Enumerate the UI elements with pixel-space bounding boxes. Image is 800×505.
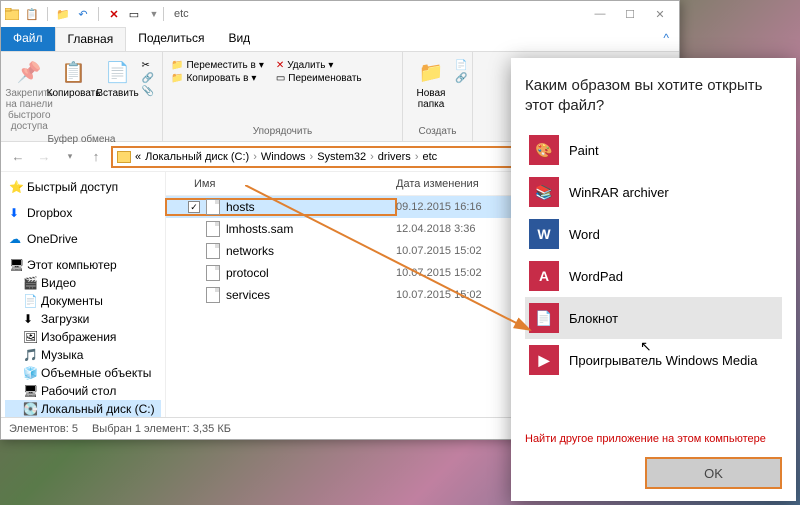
nav-dropbox[interactable]: ⬇Dropbox: [5, 204, 161, 222]
easy-access-icon[interactable]: 🔗: [455, 73, 467, 84]
minimize-button[interactable]: —: [585, 3, 615, 25]
tab-file[interactable]: Файл: [1, 27, 55, 51]
move-to-button[interactable]: 📁 Переместить в ▾: [171, 60, 264, 71]
column-date[interactable]: Дата изменения: [396, 178, 516, 190]
titlebar: 📋 📁 ↶ ✕ ▭ ▼ etc — ☐ ✕: [1, 1, 679, 27]
selection-info: Выбран 1 элемент: 3,35 КБ: [92, 423, 231, 435]
nav-documents[interactable]: 📄Документы: [5, 292, 161, 310]
qat-dropdown-icon[interactable]: ▼: [147, 7, 161, 21]
app-item-notepad[interactable]: 📄Блокнот: [525, 297, 782, 339]
paste-shortcut-icon[interactable]: 📎: [142, 86, 154, 97]
word-icon: W: [529, 219, 559, 249]
find-other-app-link[interactable]: Найти другое приложение на этом компьюте…: [525, 433, 782, 445]
paint-icon: 🎨: [529, 135, 559, 165]
nav-music[interactable]: 🎵Музыка: [5, 346, 161, 364]
recent-dropdown-icon[interactable]: ▾: [59, 146, 81, 168]
delete-icon[interactable]: ✕: [107, 7, 121, 21]
nav-downloads[interactable]: ⬇Загрузки: [5, 310, 161, 328]
pin-button[interactable]: 📌Закрепить на панели быстрого доступа: [9, 56, 50, 134]
nav-3d-objects[interactable]: 🧊Объемные объекты: [5, 364, 161, 382]
ribbon-toggle-icon[interactable]: ^: [653, 27, 679, 51]
nav-videos[interactable]: 🎬Видео: [5, 274, 161, 292]
new-folder-icon[interactable]: 📁: [56, 7, 70, 21]
nav-pane: ⭐Быстрый доступ ⬇Dropbox ☁OneDrive 🖥Этот…: [1, 172, 166, 417]
up-button[interactable]: ↑: [85, 146, 107, 168]
nav-this-pc[interactable]: 🖥Этот компьютер: [5, 256, 161, 274]
column-name[interactable]: Имя: [194, 178, 215, 190]
tab-share[interactable]: Поделиться: [126, 27, 216, 51]
app-item-wordpad[interactable]: AWordPad: [525, 255, 782, 297]
file-icon: [206, 265, 220, 281]
back-button[interactable]: ←: [7, 146, 29, 168]
paste-button[interactable]: 📄Вставить: [98, 56, 138, 101]
file-icon: [206, 199, 220, 215]
folder-icon: [5, 7, 19, 21]
file-icon: [206, 287, 220, 303]
nav-onedrive[interactable]: ☁OneDrive: [5, 230, 161, 248]
maximize-button[interactable]: ☐: [615, 3, 645, 25]
app-item-winrar[interactable]: 📚WinRAR archiver: [525, 171, 782, 213]
ok-button[interactable]: OK: [645, 457, 782, 489]
dialog-title: Каким образом вы хотите открыть этот фай…: [525, 76, 782, 115]
nav-pictures[interactable]: 🖼Изображения: [5, 328, 161, 346]
nav-quick-access[interactable]: ⭐Быстрый доступ: [5, 178, 161, 196]
window-title: etc: [174, 8, 189, 20]
nav-cdrive[interactable]: 💽Локальный диск (C:): [5, 400, 161, 417]
rename-icon[interactable]: ▭: [127, 7, 141, 21]
close-button[interactable]: ✕: [645, 3, 675, 25]
copy-path-icon[interactable]: 🔗: [142, 73, 154, 84]
app-item-wmp[interactable]: ▶Проигрыватель Windows Media: [525, 339, 782, 381]
file-checkbox[interactable]: ✓: [188, 201, 200, 213]
wordpad-icon: A: [529, 261, 559, 291]
copy-button[interactable]: 📋Копировать: [54, 56, 94, 101]
new-item-icon[interactable]: 📄: [455, 60, 467, 71]
nav-desktop[interactable]: 🖥Рабочий стол: [5, 382, 161, 400]
tab-home[interactable]: Главная: [55, 27, 127, 51]
wmp-icon: ▶: [529, 345, 559, 375]
tab-view[interactable]: Вид: [216, 27, 262, 51]
file-icon: [206, 243, 220, 259]
forward-button[interactable]: →: [33, 146, 55, 168]
notepad-icon: 📄: [529, 303, 559, 333]
folder-icon: [117, 151, 131, 163]
app-item-paint[interactable]: 🎨Paint: [525, 129, 782, 171]
rename-button[interactable]: ▭ Переименовать: [276, 73, 362, 84]
open-with-dialog: Каким образом вы хотите открыть этот фай…: [511, 58, 796, 501]
cut-icon[interactable]: ✂: [142, 60, 154, 71]
delete-button[interactable]: ✕ Удалить ▾: [276, 60, 362, 71]
winrar-icon: 📚: [529, 177, 559, 207]
properties-icon[interactable]: 📋: [25, 7, 39, 21]
app-item-word[interactable]: WWord: [525, 213, 782, 255]
undo-icon[interactable]: ↶: [76, 7, 90, 21]
copy-to-button[interactable]: 📁 Копировать в ▾: [171, 73, 264, 84]
new-folder-button[interactable]: 📁Новая папка: [411, 56, 451, 112]
file-icon: [206, 221, 220, 237]
item-count: Элементов: 5: [9, 423, 78, 435]
ribbon-tabs: Файл Главная Поделиться Вид ^: [1, 27, 679, 52]
